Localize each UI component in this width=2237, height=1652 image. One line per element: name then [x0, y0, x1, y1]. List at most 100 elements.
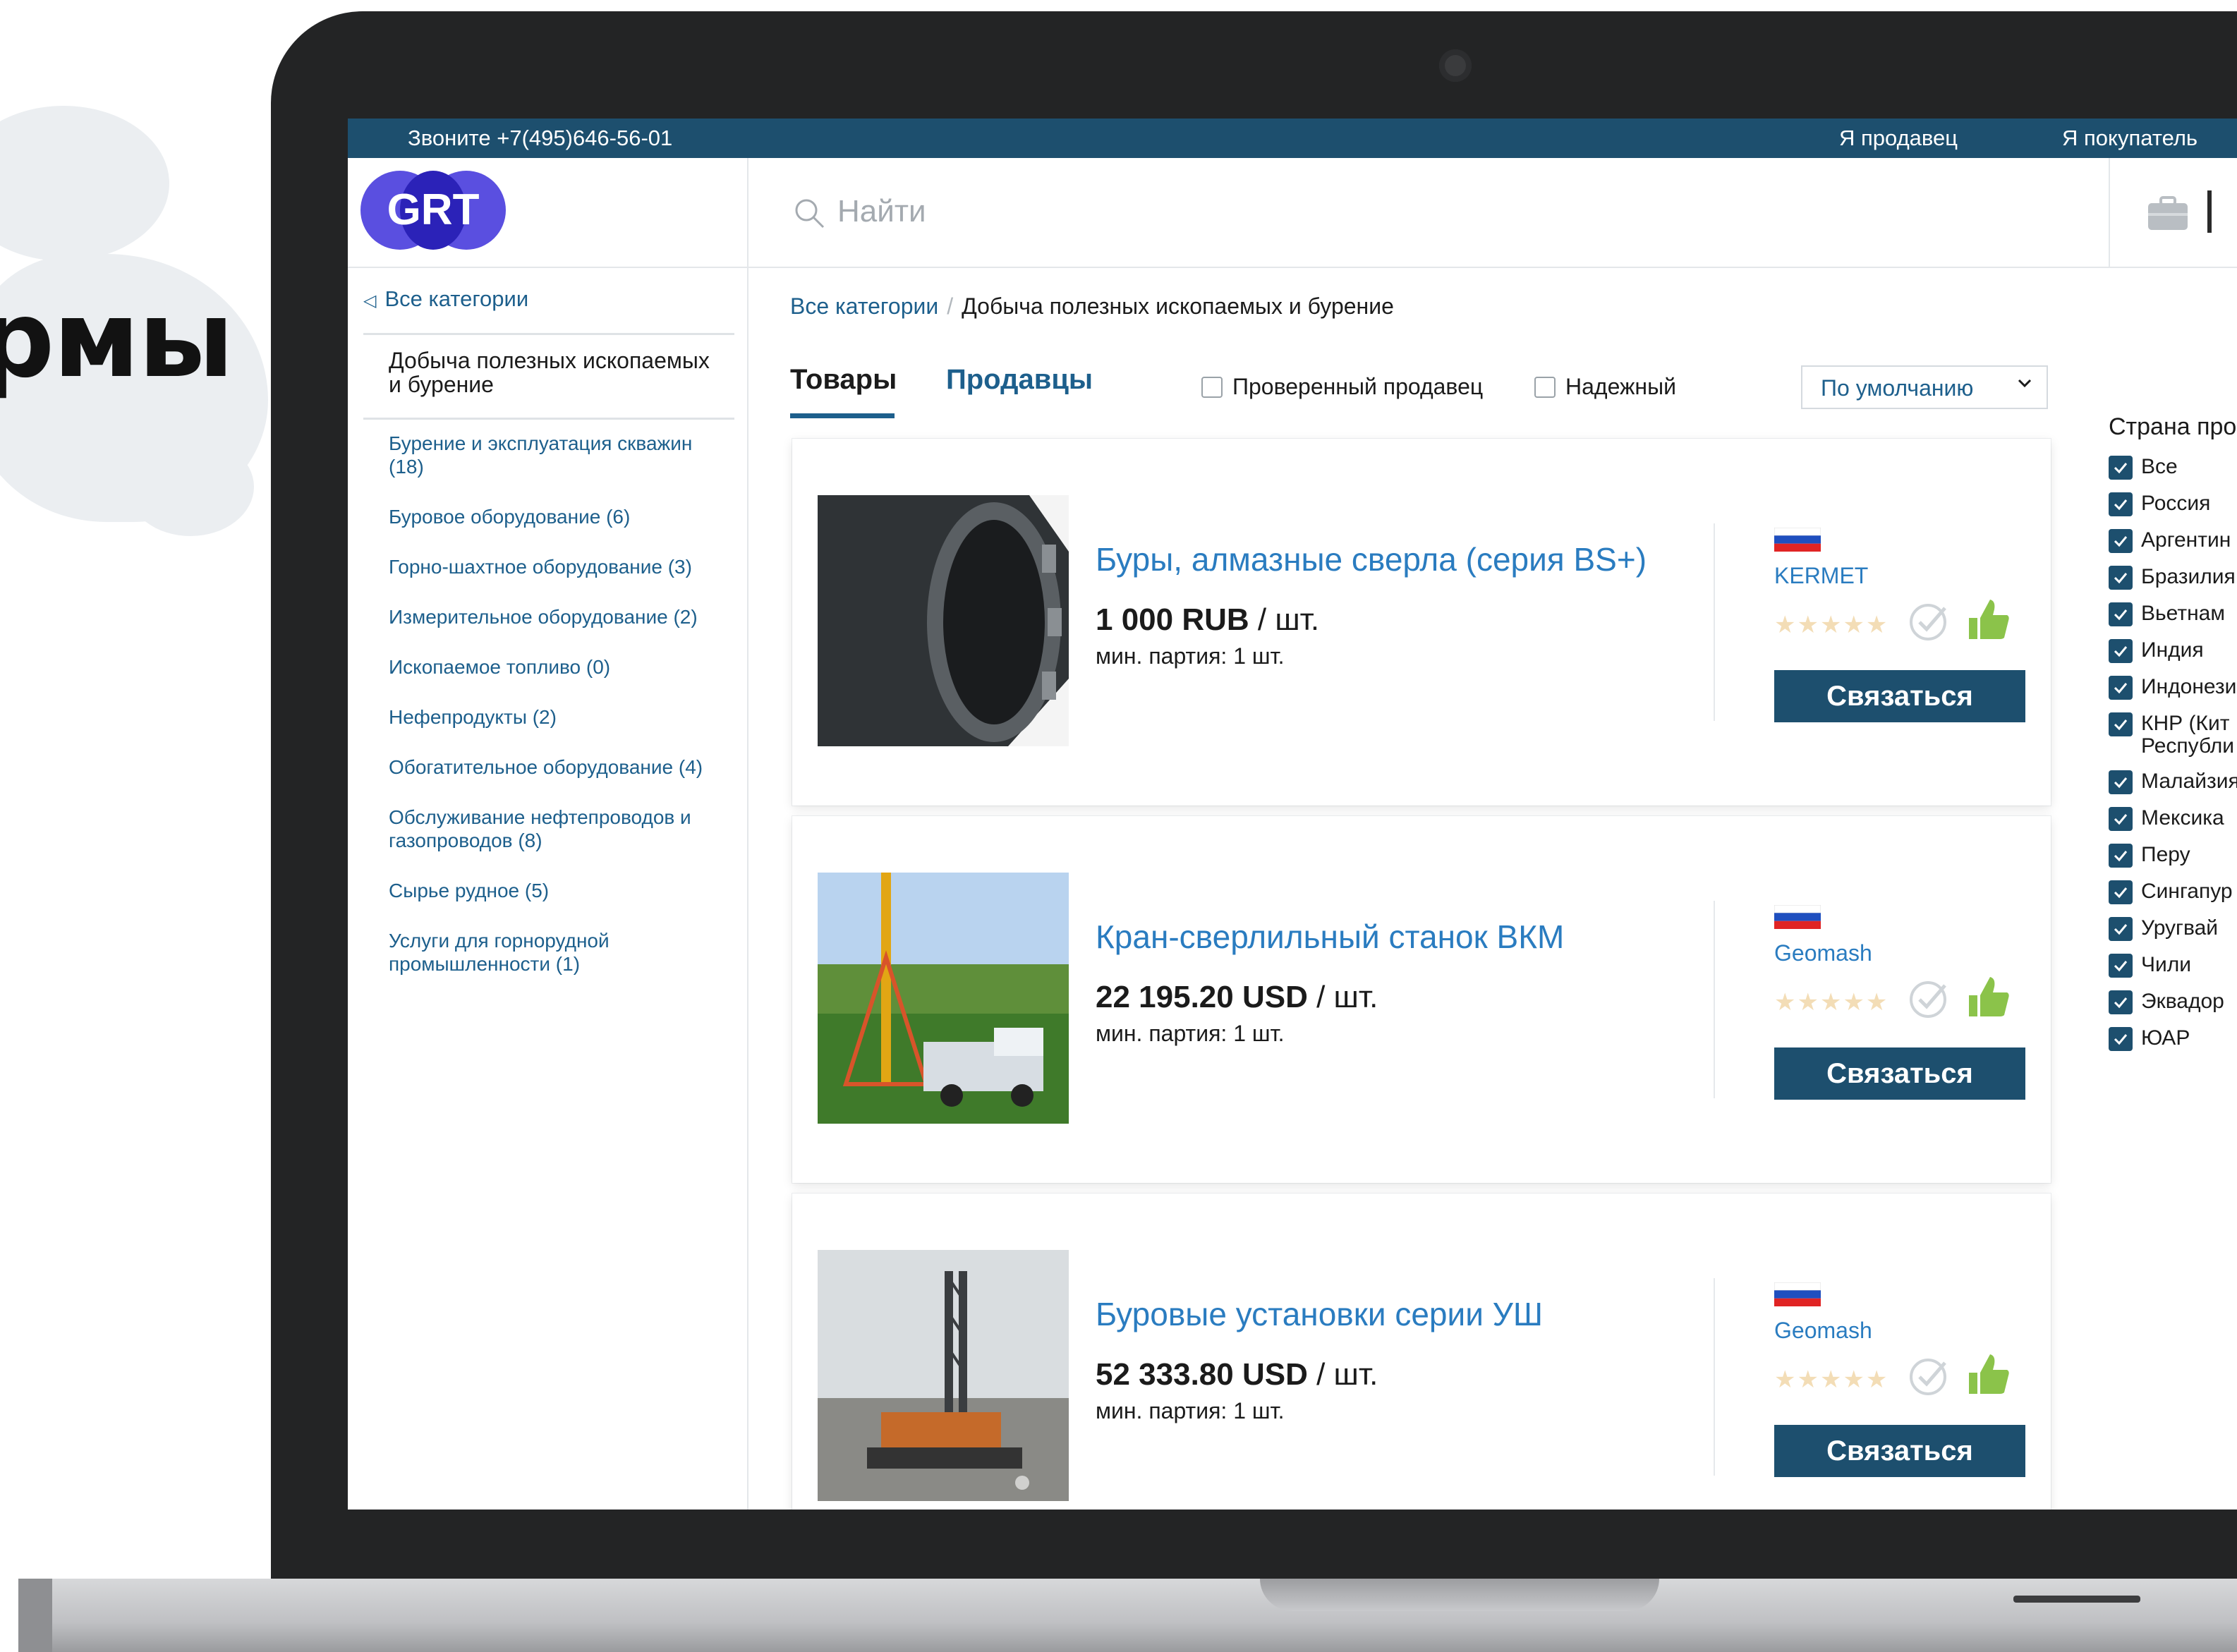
- product-title[interactable]: Кран-сверлильный станок ВКМ: [1096, 918, 1564, 956]
- country-option[interactable]: Сингапур: [2109, 880, 2237, 904]
- contact-button[interactable]: Связаться: [1774, 1047, 2025, 1100]
- country-option[interactable]: Бразилия: [2109, 566, 2237, 590]
- subcategory-item[interactable]: Бурение и эксплуатация скважин (18): [389, 432, 727, 478]
- subcategory-item[interactable]: Буровое оборудование (6): [389, 505, 727, 528]
- verified-check-icon: [1910, 981, 1946, 1018]
- country-option[interactable]: Вьетнам: [2109, 602, 2237, 626]
- country-label: ЮАР: [2141, 1026, 2190, 1050]
- country-option[interactable]: КНР (Кит Республи: [2109, 712, 2237, 758]
- checkbox-checked-icon[interactable]: [2109, 880, 2133, 904]
- search-input[interactable]: [836, 186, 1897, 237]
- checkbox-checked-icon[interactable]: [2109, 990, 2133, 1014]
- country-option[interactable]: ЮАР: [2109, 1027, 2237, 1051]
- checkbox-checked-icon[interactable]: [2109, 492, 2133, 516]
- briefcase-icon[interactable]: [2147, 196, 2189, 231]
- country-option[interactable]: Эквадор: [2109, 990, 2237, 1014]
- seller-name[interactable]: KERMET: [1774, 563, 1868, 589]
- seller-name[interactable]: Geomash: [1774, 1318, 1872, 1344]
- subcategory-item[interactable]: Нефепродукты (2): [389, 705, 727, 729]
- country-option[interactable]: Россия: [2109, 492, 2237, 516]
- subcategory-item[interactable]: Услуги для горнорудной промышленности (1…: [389, 929, 727, 976]
- product-card: Кран-сверлильный станок ВКМ 22 195.20 US…: [792, 816, 2051, 1183]
- search-icon[interactable]: [792, 196, 826, 230]
- country-option[interactable]: Индия: [2109, 639, 2237, 663]
- checkbox-checked-icon[interactable]: [2109, 917, 2133, 941]
- checkbox-checked-icon[interactable]: [2109, 1027, 2133, 1051]
- subcategory-item[interactable]: Горно-шахтное оборудование (3): [389, 555, 727, 578]
- country-option[interactable]: Индонези: [2109, 676, 2237, 700]
- laptop-notch: [1260, 1579, 1659, 1611]
- product-image-crane-drill[interactable]: [818, 873, 1069, 1124]
- checkbox-checked-icon[interactable]: [2109, 602, 2133, 626]
- tab-goods[interactable]: Товары: [790, 364, 897, 396]
- subcategory-item[interactable]: Обслуживание нефтепроводов и газопроводо…: [389, 806, 727, 852]
- seller-link[interactable]: Я продавец: [1839, 126, 1958, 151]
- subcategory-item[interactable]: Обогатительное оборудование (4): [389, 755, 727, 779]
- country-option[interactable]: Мексика: [2109, 807, 2237, 831]
- chevron-down-icon: [2018, 379, 2032, 388]
- checkbox-checked-icon[interactable]: [2109, 639, 2133, 663]
- header-divider: [2109, 158, 2110, 267]
- subcategory-item[interactable]: Ископаемое топливо (0): [389, 655, 727, 679]
- breadcrumb-current: Добыча полезных ископаемых и бурение: [962, 293, 1394, 319]
- price-value: 22 195.20 USD: [1096, 980, 1308, 1014]
- checkbox-checked-icon[interactable]: [2109, 456, 2133, 480]
- thumbs-up-icon: [1969, 1354, 2009, 1394]
- checkbox-checked-icon[interactable]: [2109, 712, 2133, 736]
- russia-flag-icon: [1774, 1282, 1821, 1306]
- country-label: Все: [2141, 455, 2178, 478]
- subcategory-item[interactable]: Сырье рудное (5): [389, 879, 727, 902]
- grt-logo[interactable]: GRT: [360, 171, 506, 250]
- checkbox-checked-icon[interactable]: [2109, 954, 2133, 978]
- laptop-slot: [2013, 1596, 2140, 1603]
- checkbox-checked-icon[interactable]: [2109, 676, 2133, 700]
- country-label: Чили: [2141, 953, 2192, 976]
- reliable-checkbox[interactable]: [1534, 376, 1556, 398]
- product-card: Буровые установки серии УШ 52 333.80 USD…: [792, 1194, 2051, 1510]
- country-option[interactable]: Все: [2109, 456, 2237, 480]
- reliable-filter[interactable]: Надежный: [1534, 374, 1676, 400]
- country-option[interactable]: Чили: [2109, 954, 2237, 978]
- checkbox-checked-icon[interactable]: [2109, 844, 2133, 868]
- phone-link[interactable]: Звоните +7(495)646-56-01: [408, 126, 672, 151]
- tab-sellers[interactable]: Продавцы: [946, 364, 1093, 396]
- country-label: Вьетнам: [2141, 602, 2225, 625]
- seller-name[interactable]: Geomash: [1774, 940, 1872, 966]
- contact-button[interactable]: Связаться: [1774, 1425, 2025, 1477]
- subcategory-list: Бурение и эксплуатация скважин (18) Буро…: [389, 432, 727, 1002]
- country-option[interactable]: Аргентин: [2109, 529, 2237, 553]
- country-option[interactable]: Уругвай: [2109, 917, 2237, 941]
- product-title[interactable]: Буры, алмазные сверла (серия BS+): [1096, 540, 1647, 578]
- header-divider: [747, 158, 748, 267]
- country-label: Россия: [2141, 492, 2211, 515]
- checkbox-checked-icon[interactable]: [2109, 770, 2133, 794]
- sort-select[interactable]: По умолчанию: [1801, 365, 2048, 409]
- verified-label: Проверенный продавец: [1232, 374, 1484, 399]
- reliable-label: Надежный: [1565, 374, 1676, 399]
- subcategory-item[interactable]: Измерительное оборудование (2): [389, 605, 727, 628]
- world-map-shape: [0, 106, 169, 261]
- checkbox-checked-icon[interactable]: [2109, 566, 2133, 590]
- price-value: 1 000 RUB: [1096, 602, 1249, 637]
- product-title[interactable]: Буровые установки серии УШ: [1096, 1295, 1543, 1333]
- country-label: Индонези: [2141, 675, 2237, 698]
- checkbox-checked-icon[interactable]: [2109, 807, 2133, 831]
- account-menu-edge[interactable]: [2207, 190, 2219, 233]
- contact-button[interactable]: Связаться: [1774, 670, 2025, 722]
- breadcrumb-root[interactable]: Все категории: [790, 293, 938, 319]
- buyer-link[interactable]: Я покупатель: [2062, 126, 2197, 151]
- checkbox-checked-icon[interactable]: [2109, 529, 2133, 553]
- thumbs-up-icon: [1969, 600, 2009, 639]
- site-header: GRT: [348, 158, 2237, 268]
- country-option[interactable]: Малайзия: [2109, 770, 2237, 794]
- product-image-drill-bit[interactable]: [818, 495, 1069, 746]
- country-option[interactable]: Перу: [2109, 844, 2237, 868]
- laptop-base-edge: [18, 1579, 52, 1652]
- verified-checkbox[interactable]: [1201, 376, 1223, 398]
- verified-seller-filter[interactable]: Проверенный продавец: [1201, 374, 1483, 400]
- browser-screen: Звоните +7(495)646-56-01 Я продавец Я по…: [348, 119, 2237, 1510]
- verified-check-icon: [1910, 604, 1946, 640]
- all-categories-link[interactable]: ◁ Все категории: [363, 286, 528, 312]
- world-map-shape: [127, 437, 254, 536]
- product-image-drilling-rig[interactable]: [818, 1250, 1069, 1501]
